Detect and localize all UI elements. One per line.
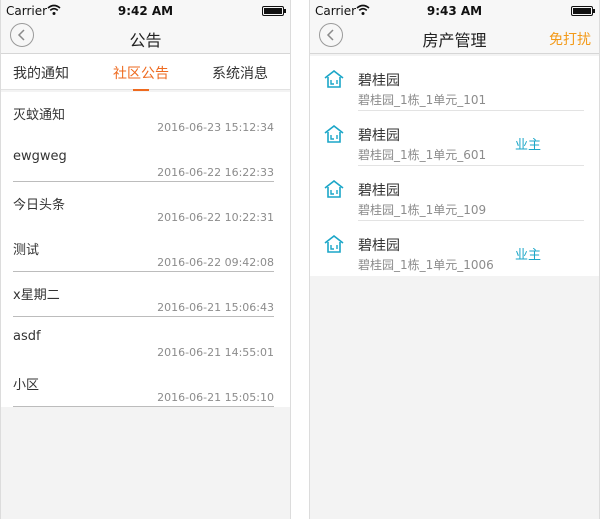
notice-title: x星期二 (13, 288, 60, 303)
list-item[interactable]: x星期二 2016-06-21 15:06:43 (1, 272, 290, 317)
do-not-disturb-button[interactable]: 免打扰 (549, 29, 591, 49)
tab-community-announcements[interactable]: 社区公告 (113, 63, 169, 91)
property-address: 碧桂园_1栋_1单元_601 (358, 148, 487, 162)
notice-title: 今日头条 (13, 198, 66, 213)
notice-title: 灭蚊通知 (13, 108, 66, 123)
list-item[interactable]: 今日头条 2016-06-22 10:22:31 (1, 182, 290, 227)
property-management-screen: Carrier 9:43 AM 房产管理 免打扰 碧桂园 碧桂园_1栋_1单元_… (309, 0, 600, 519)
nav-bar: 公告 (1, 22, 290, 54)
property-name: 碧桂园 (358, 183, 400, 199)
notice-title: 测试 (13, 243, 40, 258)
notice-time: 2016-06-22 10:22:31 (157, 211, 274, 224)
announcement-screen: Carrier 9:42 AM 公告 我的通知 社区公告 系统消息 灭蚊通知 2… (0, 0, 291, 519)
property-address: 碧桂园_1栋_1单元_101 (358, 93, 487, 107)
property-name: 碧桂园 (358, 73, 400, 89)
notice-time: 2016-06-21 15:06:43 (157, 301, 274, 314)
status-time: 9:42 AM (117, 4, 174, 18)
page-title: 公告 (129, 31, 162, 50)
owner-badge: 业主 (515, 138, 542, 153)
nav-bar: 房产管理 免打扰 (310, 22, 599, 54)
status-bar: Carrier 9:43 AM (310, 0, 599, 22)
list-item[interactable]: 碧桂园 碧桂园_1栋_1单元_101 (310, 56, 599, 111)
property-name: 碧桂园 (358, 128, 400, 144)
tab-bar: 我的通知 社区公告 系统消息 (1, 54, 290, 91)
tab-label: 社区公告 (113, 66, 169, 82)
owner-badge: 业主 (515, 248, 542, 263)
notice-time: 2016-06-21 14:55:01 (157, 346, 274, 359)
active-tab-indicator (133, 89, 149, 91)
house-icon (324, 180, 344, 198)
property-name: 碧桂园 (358, 238, 400, 254)
notice-time: 2016-06-21 15:05:10 (157, 391, 274, 404)
house-icon (324, 70, 344, 88)
list-item[interactable]: 碧桂园 碧桂园_1栋_1单元_1006 业主 (310, 221, 599, 276)
list-item[interactable]: asdf 2016-06-21 14:55:01 (1, 317, 290, 362)
divider (13, 406, 274, 407)
notice-list: 灭蚊通知 2016-06-23 15:12:34 ewgweg 2016-06-… (1, 92, 290, 407)
notice-title: ewgweg (13, 149, 67, 164)
tab-my-notifications[interactable]: 我的通知 (13, 63, 69, 83)
property-address: 碧桂园_1栋_1单元_109 (358, 203, 487, 217)
battery-icon (571, 6, 595, 16)
notice-time: 2016-06-22 09:42:08 (157, 256, 274, 269)
tab-label: 我的通知 (13, 66, 69, 82)
list-item[interactable]: 小区 2016-06-21 15:05:10 (1, 362, 290, 407)
notice-time: 2016-06-23 15:12:34 (157, 121, 274, 134)
list-item[interactable]: 碧桂园 碧桂园_1栋_1单元_109 (310, 166, 599, 221)
notice-time: 2016-06-22 16:22:33 (157, 166, 274, 179)
tab-label: 系统消息 (212, 66, 268, 82)
list-item[interactable]: 灭蚊通知 2016-06-23 15:12:34 (1, 92, 290, 137)
notice-title: asdf (13, 329, 41, 344)
list-item[interactable]: 测试 2016-06-22 09:42:08 (1, 227, 290, 272)
status-bar: Carrier 9:42 AM (1, 0, 290, 22)
notice-title: 小区 (13, 378, 40, 393)
list-item[interactable]: 碧桂园 碧桂园_1栋_1单元_601 业主 (310, 111, 599, 166)
battery-icon (262, 6, 286, 16)
tab-system-messages[interactable]: 系统消息 (212, 63, 268, 83)
house-icon (324, 235, 344, 253)
property-address: 碧桂园_1栋_1单元_1006 (358, 258, 494, 272)
status-time: 9:43 AM (426, 4, 483, 18)
list-item[interactable]: ewgweg 2016-06-22 16:22:33 (1, 137, 290, 182)
house-icon (324, 125, 344, 143)
property-list: 碧桂园 碧桂园_1栋_1单元_101 碧桂园 碧桂园_1栋_1单元_601 业主… (310, 56, 599, 276)
